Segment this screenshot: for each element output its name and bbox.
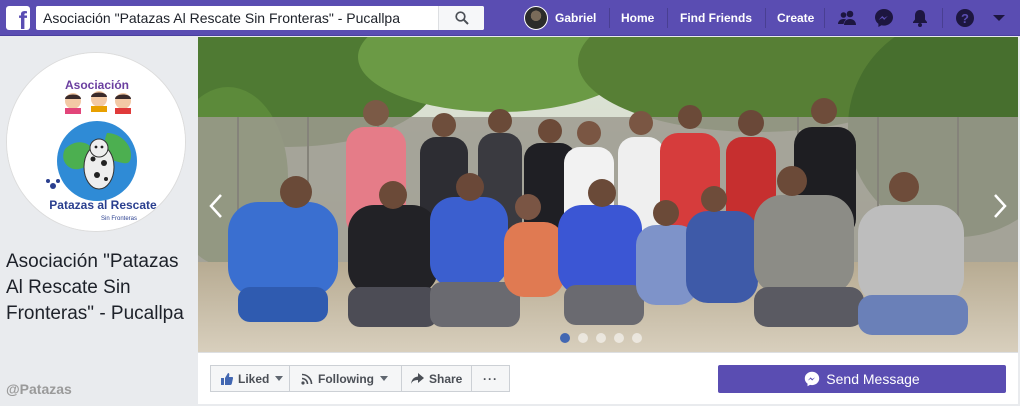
nav-divider: [667, 8, 668, 28]
messenger-icon: [805, 371, 820, 387]
cover-image: [198, 37, 1018, 352]
slide-dot[interactable]: [596, 333, 606, 343]
search-button[interactable]: [438, 6, 484, 30]
chevron-down-icon: [275, 376, 284, 381]
cover-photo[interactable]: [198, 37, 1018, 352]
slide-dot[interactable]: [578, 333, 588, 343]
thumbs-up-icon: [221, 372, 233, 385]
find-friends-link[interactable]: Find Friends: [680, 11, 752, 25]
send-message-button[interactable]: Send Message: [718, 365, 1006, 393]
home-link[interactable]: Home: [621, 11, 654, 25]
avatar: [524, 6, 548, 30]
following-button[interactable]: Following: [290, 365, 402, 392]
bell-icon[interactable]: [910, 8, 930, 28]
chevron-down-icon: [380, 376, 388, 381]
share-label: Share: [429, 371, 463, 386]
slide-dot[interactable]: [560, 333, 570, 343]
search-box[interactable]: Asociación "Patazas Al Rescate Sin Front…: [36, 6, 484, 30]
share-icon: [411, 372, 424, 384]
share-button[interactable]: Share: [402, 365, 472, 392]
more-options-button[interactable]: ···: [472, 365, 510, 392]
logo-text-main: Patazas al Rescate: [49, 198, 157, 212]
nav-divider: [609, 8, 610, 28]
nav-divider: [824, 8, 825, 28]
create-link[interactable]: Create: [777, 11, 814, 25]
slide-dot[interactable]: [614, 333, 624, 343]
page-action-bar: Liked Following Share ··· Send Message: [198, 352, 1018, 404]
search-input[interactable]: Asociación "Patazas Al Rescate Sin Front…: [43, 10, 400, 26]
user-name: Gabriel: [555, 11, 597, 25]
page-sidebar: Asociación Patazas al Rescate Sin Fronte…: [0, 37, 198, 406]
page-profile-picture[interactable]: Asociación Patazas al Rescate Sin Fronte…: [6, 52, 186, 232]
top-navbar: f Asociación "Patazas Al Rescate Sin Fro…: [0, 0, 1020, 36]
more-label: ···: [483, 371, 498, 386]
send-message-label: Send Message: [826, 371, 920, 387]
facebook-logo-icon[interactable]: f: [6, 6, 30, 30]
search-icon: [455, 11, 469, 25]
following-label: Following: [318, 371, 374, 386]
rss-icon: [301, 373, 313, 385]
svg-text:?: ?: [961, 11, 969, 26]
friends-icon[interactable]: [837, 8, 857, 28]
nav-divider: [942, 8, 943, 28]
liked-button[interactable]: Liked: [210, 365, 290, 392]
profile-link[interactable]: Gabriel: [524, 6, 596, 30]
page-handle[interactable]: @Patazas: [6, 381, 72, 397]
page-title[interactable]: Asociación "Patazas Al Rescate Sin Front…: [6, 249, 186, 327]
slide-indicator: [560, 333, 642, 343]
logo-text-top: Asociación: [65, 78, 129, 92]
liked-label: Liked: [238, 371, 270, 386]
chevron-down-icon[interactable]: [992, 12, 1006, 24]
messenger-icon[interactable]: [874, 8, 894, 28]
slide-dot[interactable]: [632, 333, 642, 343]
nav-divider: [765, 8, 766, 28]
chevron-right-icon[interactable]: [992, 193, 1008, 219]
help-icon[interactable]: ?: [955, 8, 975, 28]
page-logo: Asociación Patazas al Rescate Sin Fronte…: [7, 53, 185, 231]
chevron-left-icon[interactable]: [208, 193, 224, 219]
logo-text-sub: Sin Fronteras: [101, 216, 137, 222]
